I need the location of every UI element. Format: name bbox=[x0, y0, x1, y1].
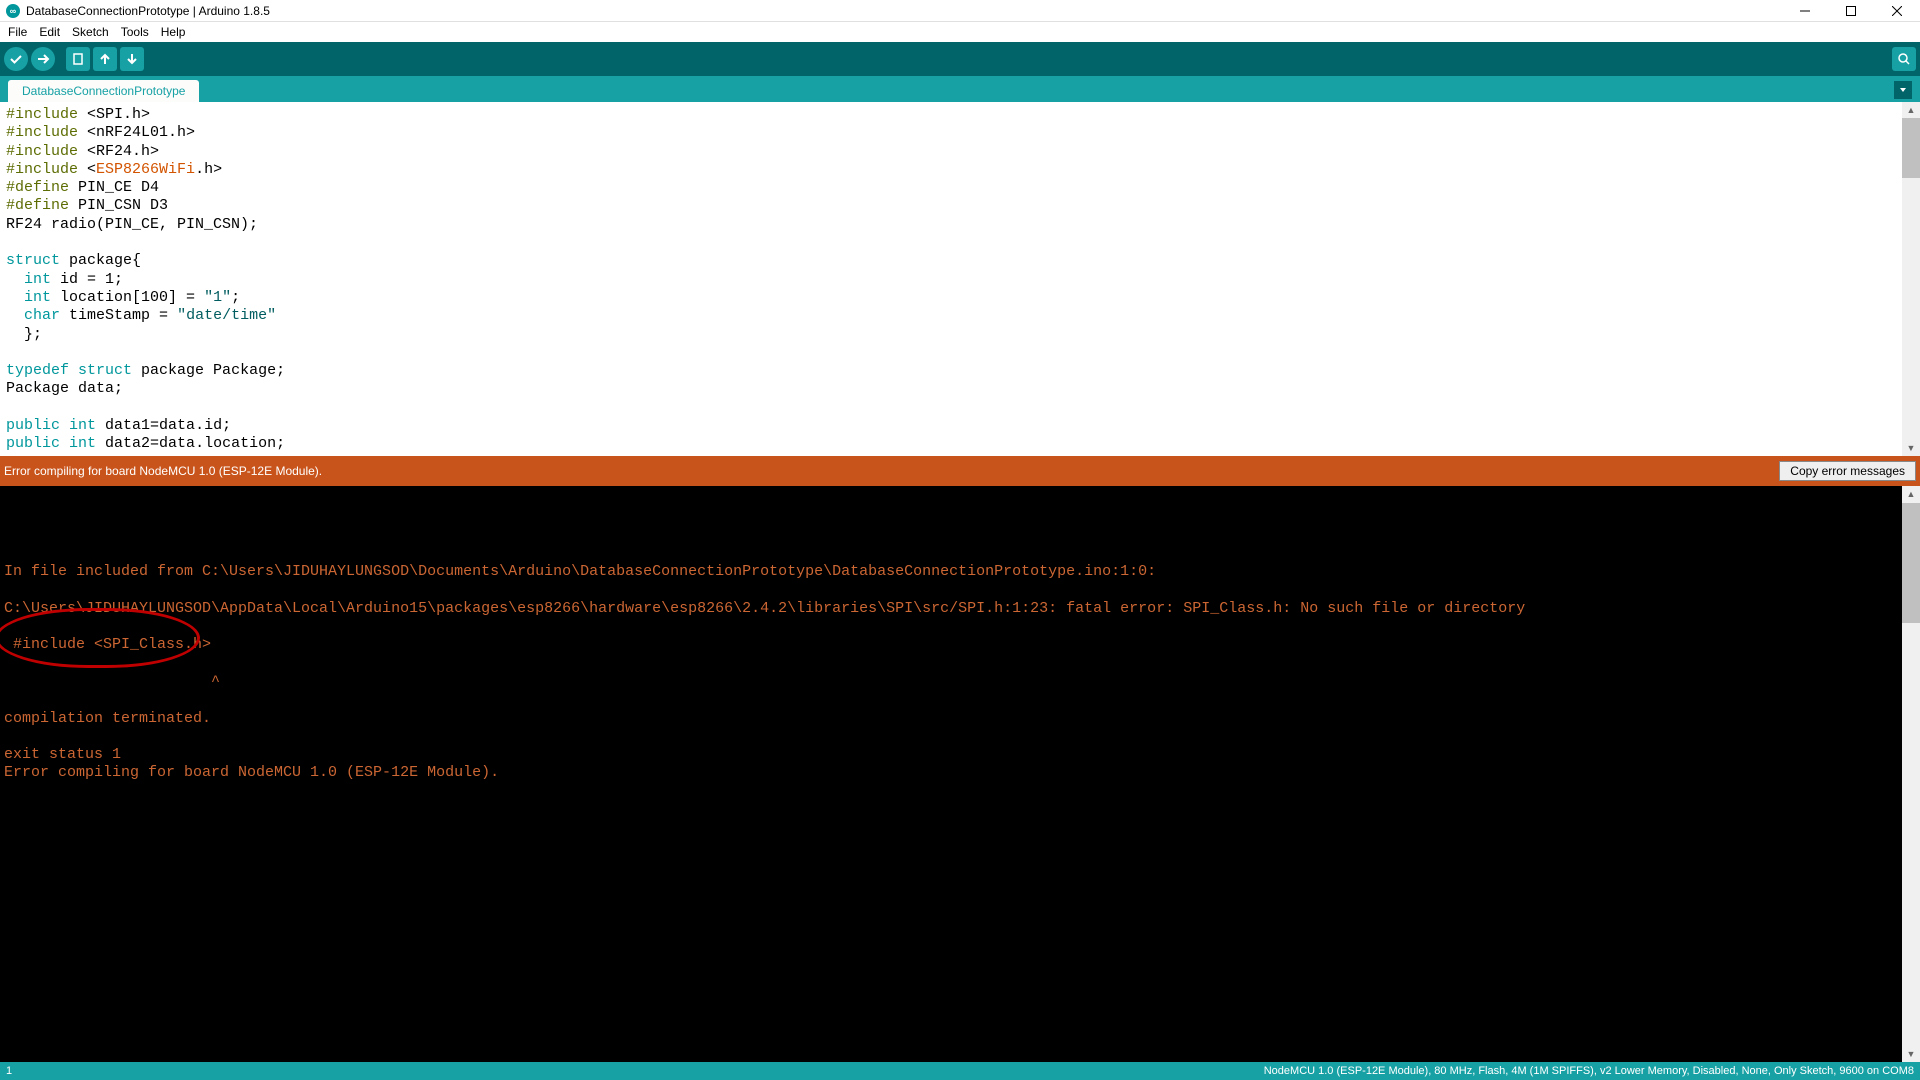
app-icon: ∞ bbox=[6, 4, 20, 18]
footer-line-number: 1 bbox=[6, 1065, 12, 1077]
tab-menu-button[interactable] bbox=[1894, 81, 1912, 99]
tabbar: DatabaseConnectionPrototype bbox=[0, 76, 1920, 102]
serial-monitor-button[interactable] bbox=[1892, 47, 1916, 71]
window-controls bbox=[1782, 0, 1920, 22]
console-text: In file included from C:\Users\JIDUHAYLU… bbox=[4, 563, 1525, 781]
scroll-thumb[interactable] bbox=[1902, 118, 1920, 178]
menu-tools[interactable]: Tools bbox=[115, 23, 155, 41]
window-title: DatabaseConnectionPrototype | Arduino 1.… bbox=[26, 4, 270, 18]
menu-help[interactable]: Help bbox=[155, 23, 192, 41]
maximize-button[interactable] bbox=[1828, 0, 1874, 22]
toolbar bbox=[0, 42, 1920, 76]
footer-board-info: NodeMCU 1.0 (ESP-12E Module), 80 MHz, Fl… bbox=[1264, 1065, 1914, 1077]
menu-sketch[interactable]: Sketch bbox=[66, 23, 115, 41]
scroll-thumb[interactable] bbox=[1902, 503, 1920, 623]
open-button[interactable] bbox=[93, 47, 117, 71]
console-output[interactable]: In file included from C:\Users\JIDUHAYLU… bbox=[0, 486, 1902, 1062]
new-button[interactable] bbox=[66, 47, 90, 71]
tab-sketch[interactable]: DatabaseConnectionPrototype bbox=[8, 80, 199, 102]
scroll-up-icon[interactable]: ▲ bbox=[1902, 102, 1920, 118]
console-panel: In file included from C:\Users\JIDUHAYLU… bbox=[0, 486, 1920, 1062]
footer-status: 1 NodeMCU 1.0 (ESP-12E Module), 80 MHz, … bbox=[0, 1062, 1920, 1080]
copy-error-button[interactable]: Copy error messages bbox=[1779, 461, 1916, 481]
window-titlebar: ∞ DatabaseConnectionPrototype | Arduino … bbox=[0, 0, 1920, 22]
verify-button[interactable] bbox=[4, 47, 28, 71]
save-button[interactable] bbox=[120, 47, 144, 71]
menu-file[interactable]: File bbox=[2, 23, 33, 41]
scroll-down-icon[interactable]: ▼ bbox=[1902, 440, 1920, 456]
menubar: File Edit Sketch Tools Help bbox=[0, 22, 1920, 42]
minimize-button[interactable] bbox=[1782, 0, 1828, 22]
console-scrollbar[interactable]: ▲ ▼ bbox=[1902, 486, 1920, 1062]
menu-edit[interactable]: Edit bbox=[33, 23, 66, 41]
compile-error-summary: Error compiling for board NodeMCU 1.0 (E… bbox=[4, 464, 322, 478]
scroll-down-icon[interactable]: ▼ bbox=[1902, 1046, 1920, 1062]
code-text[interactable]: #include <SPI.h> #include <nRF24L01.h> #… bbox=[0, 102, 1902, 456]
code-editor[interactable]: #include <SPI.h> #include <nRF24L01.h> #… bbox=[0, 102, 1920, 456]
editor-scrollbar[interactable]: ▲ ▼ bbox=[1902, 102, 1920, 456]
close-button[interactable] bbox=[1874, 0, 1920, 22]
upload-button[interactable] bbox=[31, 47, 55, 71]
compile-status-bar: Error compiling for board NodeMCU 1.0 (E… bbox=[0, 456, 1920, 486]
scroll-up-icon[interactable]: ▲ bbox=[1902, 486, 1920, 502]
